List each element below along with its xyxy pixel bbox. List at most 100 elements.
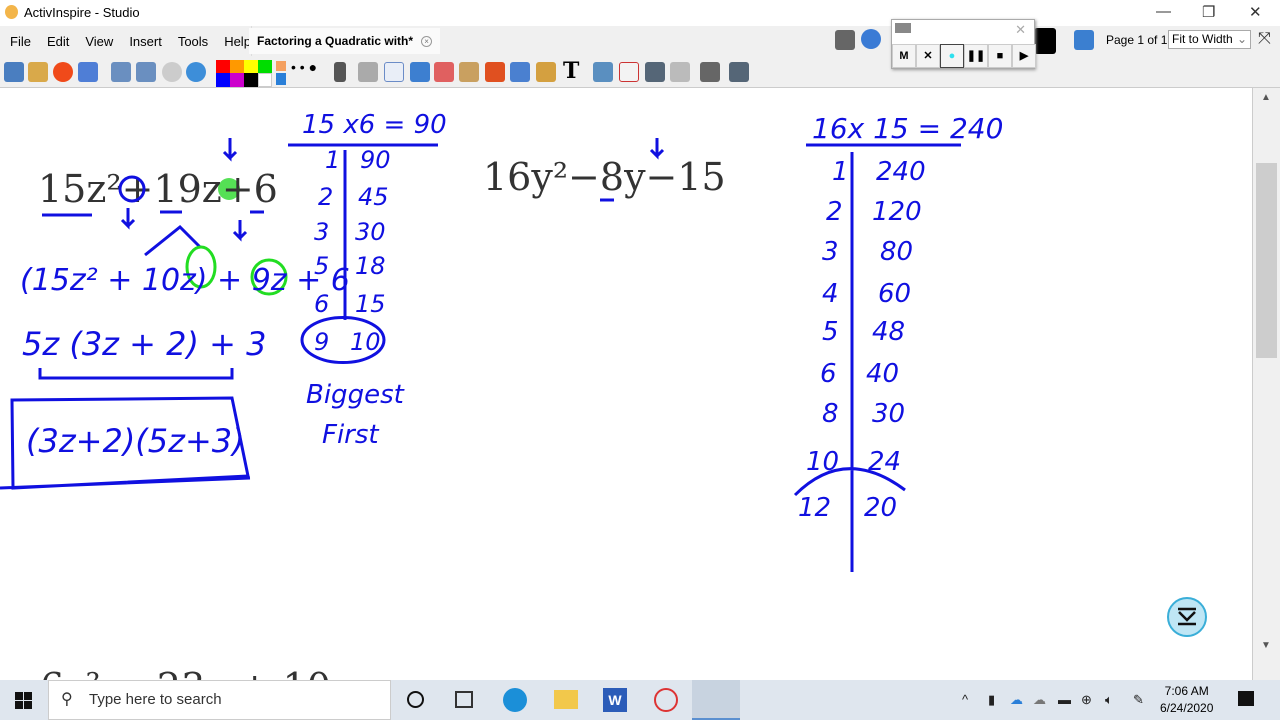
recorder-close-button[interactable]: ✕: [1015, 22, 1026, 38]
recorder-cancel-button[interactable]: ✕: [916, 44, 940, 68]
factored-partial: 5z (3z + 2) + 3: [22, 325, 266, 363]
menu-insert[interactable]: Insert: [129, 34, 162, 49]
dark-tool-icon[interactable]: [1034, 28, 1056, 54]
toolbox-collapse-icon[interactable]: [1167, 597, 1207, 637]
highlighter-icon[interactable]: [410, 62, 430, 82]
text-icon[interactable]: T: [563, 58, 579, 84]
activinspire-taskbar-icon[interactable]: [692, 680, 740, 720]
color-purple[interactable]: [230, 73, 244, 87]
browsers-icon[interactable]: [4, 62, 24, 82]
select-icon[interactable]: [334, 62, 346, 82]
connector-icon[interactable]: [510, 62, 530, 82]
fullscreen-icon[interactable]: ⤧: [1258, 30, 1271, 48]
flipchart-canvas[interactable]: 15z²+19z+6 16y²−8y−15 6x² − 23x + 10 (15…: [0, 88, 1252, 680]
shape-icon[interactable]: [485, 62, 505, 82]
onedrive-personal-icon[interactable]: ☁: [1033, 692, 1046, 708]
microphone-icon[interactable]: ▮: [988, 692, 995, 708]
t1-row-right: 18: [355, 252, 386, 280]
vertical-scrollbar[interactable]: ▲ ▼: [1252, 88, 1280, 680]
fill-icon[interactable]: [459, 62, 479, 82]
next-page-icon[interactable]: [136, 62, 156, 82]
document-tab[interactable]: Factoring a Quadratic with* ×: [249, 28, 441, 54]
word-icon[interactable]: W: [603, 688, 627, 712]
menu-file[interactable]: File: [10, 34, 31, 49]
task-view-icon[interactable]: [455, 691, 473, 708]
taskbar-search-input[interactable]: ⚲ Type here to search: [48, 680, 391, 720]
color-yellow[interactable]: [244, 60, 258, 74]
recorder-pause-button[interactable]: ❚❚: [964, 44, 988, 68]
close-button[interactable]: ✕: [1249, 3, 1262, 21]
volume-icon[interactable]: 🔈︎: [1105, 692, 1113, 708]
eraser-icon[interactable]: [434, 62, 454, 82]
undo-icon[interactable]: [645, 62, 665, 82]
pen-workspace-icon[interactable]: ✎: [1133, 692, 1144, 708]
cortana-icon[interactable]: [407, 691, 424, 708]
pen-width-slider[interactable]: [276, 73, 286, 85]
app-icon[interactable]: [654, 688, 678, 712]
table1-rows: 1 90 2 45 3 30 5 18 6 15 9 10: [314, 146, 391, 356]
previous-page-icon[interactable]: [111, 62, 131, 82]
tools-menu-icon[interactable]: [53, 62, 73, 82]
notifications-icon[interactable]: [1238, 691, 1254, 706]
menu-edit[interactable]: Edit: [47, 34, 69, 49]
page-notes-icon[interactable]: [835, 30, 855, 50]
restore-button[interactable]: ❐: [1202, 3, 1215, 21]
pen-icon[interactable]: [384, 62, 404, 82]
color-white[interactable]: [258, 73, 272, 87]
reset-page-icon[interactable]: [619, 62, 639, 82]
scroll-down-icon[interactable]: ▼: [1261, 640, 1271, 651]
menu-help[interactable]: Help: [224, 34, 251, 49]
close-tab-icon[interactable]: ×: [421, 35, 433, 47]
tools-icon[interactable]: [358, 62, 378, 82]
menu-tools[interactable]: Tools: [178, 34, 208, 49]
clock-time: 7:06 AM: [1164, 684, 1209, 698]
network-icon[interactable]: ⊕: [1081, 692, 1092, 708]
zoom-select[interactable]: Fit to Width ⌄: [1168, 30, 1251, 49]
t2-row-right: 48: [872, 317, 905, 347]
dual-user-icon[interactable]: [729, 62, 749, 82]
clock[interactable]: 7:06 AM 6/24/2020: [1160, 683, 1213, 717]
activinspire-dashboard-icon[interactable]: [861, 29, 881, 49]
onedrive-icon[interactable]: ☁: [1010, 692, 1023, 708]
clear-icon[interactable]: [593, 62, 613, 82]
tray-chevron-icon[interactable]: ^: [962, 692, 968, 707]
windows-start-icon[interactable]: [15, 692, 32, 709]
file-explorer-icon[interactable]: [554, 690, 578, 709]
color-orange[interactable]: [230, 60, 244, 74]
t1-row-left: 6: [314, 290, 329, 318]
table1-header: 15 x6 = 90: [302, 110, 447, 140]
pen-width-small[interactable]: [276, 61, 286, 71]
recorder-play-button[interactable]: ▶: [1012, 44, 1036, 68]
grouped-expression: (15z² + 10z) + 9z + 6: [20, 263, 350, 298]
color-red[interactable]: [216, 60, 230, 74]
snowflake-icon[interactable]: [1074, 30, 1094, 50]
play-icon[interactable]: [162, 62, 182, 82]
edge-icon[interactable]: [503, 688, 527, 712]
screen-recorder-panel: ✕ M ✕ ● ❚❚ ■ ▶: [891, 19, 1036, 69]
pen-width-dots[interactable]: • • ●: [291, 59, 317, 75]
battery-icon[interactable]: ▬: [1058, 692, 1071, 707]
t2-row-right: 120: [872, 197, 922, 227]
menu-view[interactable]: View: [85, 34, 113, 49]
globe-icon[interactable]: [186, 62, 206, 82]
t2-row-right: 30: [872, 399, 905, 429]
t2-row-right: 24: [868, 447, 901, 477]
window-title: ActivInspire - Studio: [24, 5, 140, 20]
page-organizer-icon[interactable]: [700, 62, 720, 82]
recorder-record-button[interactable]: ●: [940, 44, 964, 68]
title-bar: ActivInspire - Studio — ❐ ✕: [0, 0, 1280, 26]
minimize-button[interactable]: —: [1156, 3, 1171, 20]
color-blue[interactable]: [216, 73, 230, 87]
color-black[interactable]: [244, 73, 258, 87]
profile-icon[interactable]: [28, 62, 48, 82]
scroll-up-icon[interactable]: ▲: [1261, 92, 1271, 103]
color-green[interactable]: [258, 60, 272, 74]
recorder-m-button[interactable]: M: [892, 44, 916, 68]
resource-icon[interactable]: [536, 62, 556, 82]
scroll-thumb[interactable]: [1256, 163, 1277, 358]
t2-row-left: 2: [826, 197, 843, 227]
table2-rows: 1 240 2 120 3 80 4 60 5 48 6 40 8 30 10 24 12 20: [798, 157, 926, 523]
redo-icon[interactable]: [670, 62, 690, 82]
recorder-stop-button[interactable]: ■: [988, 44, 1012, 68]
design-mode-icon[interactable]: [78, 62, 98, 82]
